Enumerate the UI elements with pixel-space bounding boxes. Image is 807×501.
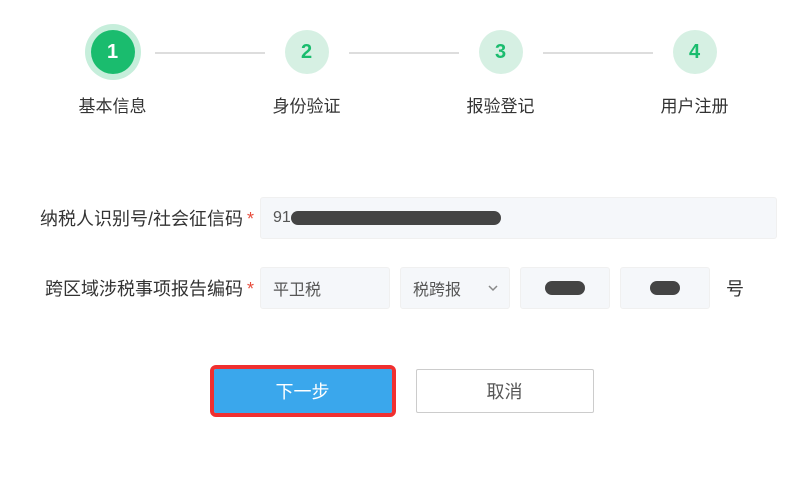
step-1-label: 基本信息 — [79, 92, 147, 117]
connector-3 — [543, 52, 653, 54]
redacted-block — [545, 281, 585, 295]
step-3: 3 报验登记 — [467, 30, 535, 117]
input-cross-region-seg4[interactable] — [620, 267, 710, 309]
redacted-block — [650, 281, 680, 295]
required-mark: * — [247, 209, 254, 229]
actions: 下一步 取消 — [0, 369, 807, 413]
step-4-circle: 4 — [673, 30, 717, 74]
row-cross-region: 跨区域涉税事项报告编码* 平卫税 税跨报 号 — [30, 267, 777, 309]
required-mark: * — [247, 279, 254, 299]
redacted-block — [291, 211, 501, 225]
step-4: 4 用户注册 — [661, 30, 729, 117]
connector-1 — [155, 52, 265, 54]
connector-2 — [349, 52, 459, 54]
step-1: 1 基本信息 — [79, 30, 147, 117]
form: 纳税人识别号/社会征信码* 91 跨区域涉税事项报告编码* 平卫税 税跨报 号 — [0, 197, 807, 309]
stepper: 1 基本信息 2 身份验证 3 报验登记 4 用户注册 — [0, 0, 807, 117]
chevron-down-icon — [487, 282, 499, 294]
next-button[interactable]: 下一步 — [214, 369, 392, 413]
step-2: 2 身份验证 — [273, 30, 341, 117]
suffix-hao: 号 — [726, 275, 744, 301]
select-value: 税跨报 — [413, 276, 461, 300]
input-cross-region-seg3[interactable] — [520, 267, 610, 309]
cancel-button[interactable]: 取消 — [416, 369, 594, 413]
input-cross-region-seg1[interactable]: 平卫税 — [260, 267, 390, 309]
step-3-circle: 3 — [479, 30, 523, 74]
label-taxpayer-id: 纳税人识别号/社会征信码* — [30, 205, 260, 231]
step-3-label: 报验登记 — [467, 92, 535, 117]
label-cross-region: 跨区域涉税事项报告编码* — [30, 275, 260, 301]
taxpayer-id-prefix: 91 — [273, 209, 291, 227]
input-taxpayer-id[interactable]: 91 — [260, 197, 777, 239]
step-2-circle: 2 — [285, 30, 329, 74]
step-2-label: 身份验证 — [273, 92, 341, 117]
select-cross-region-seg2[interactable]: 税跨报 — [400, 267, 510, 309]
row-taxpayer-id: 纳税人识别号/社会征信码* 91 — [30, 197, 777, 239]
step-1-circle: 1 — [91, 30, 135, 74]
step-4-label: 用户注册 — [661, 92, 729, 117]
